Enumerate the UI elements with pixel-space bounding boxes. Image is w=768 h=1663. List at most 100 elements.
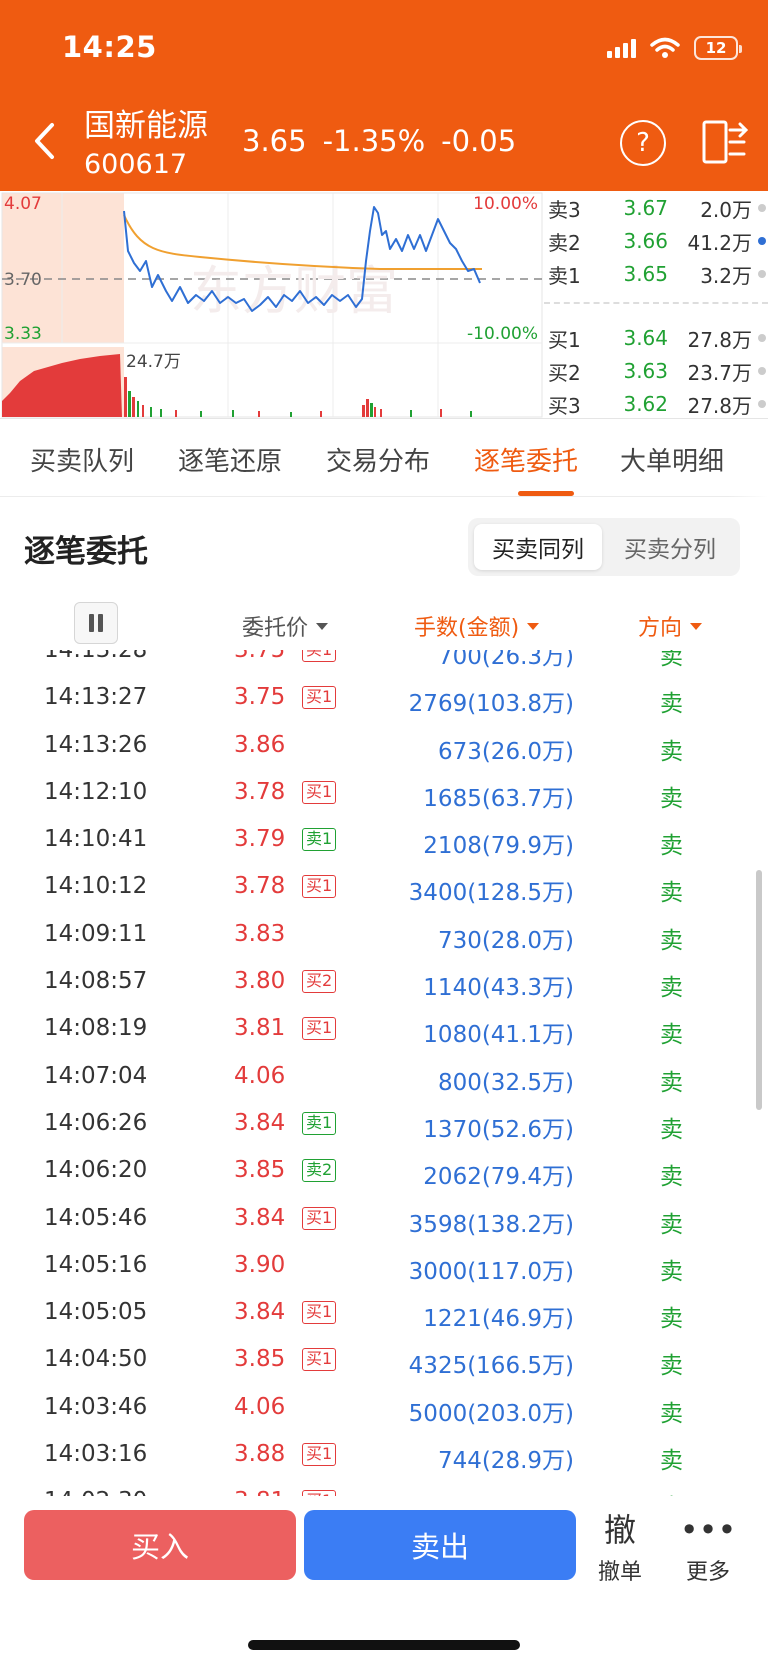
avg-price-line bbox=[123, 214, 482, 270]
order-price: 3.80 bbox=[234, 968, 286, 995]
order-row[interactable]: 14:12:10 3.78 买1 1685(63.7万) 卖 bbox=[0, 768, 768, 815]
order-row[interactable]: 14:13:26 3.86 673(26.0万) 卖 bbox=[0, 721, 768, 768]
order-amount: 3000(117.0万) bbox=[408, 1258, 574, 1285]
order-row[interactable]: 14:09:11 3.83 730(28.0万) 卖 bbox=[0, 910, 768, 957]
order-direction: 卖 bbox=[660, 691, 683, 718]
tab-tick-orders[interactable]: 逐笔委托 bbox=[474, 441, 578, 478]
bid-volume: 27.8万 bbox=[687, 327, 752, 352]
order-row[interactable]: 14:03:16 3.88 买1 744(28.9万) 卖 bbox=[0, 1430, 768, 1477]
ask-row[interactable]: 卖3 3.67 2.0万 bbox=[544, 193, 768, 223]
chart-high-label: 4.07 bbox=[4, 194, 42, 214]
chart-low-label: 3.33 bbox=[4, 324, 42, 344]
order-row[interactable]: 14:05:16 3.90 3000(117.0万) 卖 bbox=[0, 1241, 768, 1288]
dot-icon bbox=[758, 204, 766, 212]
intraday-chart[interactable]: 东方财富 4.07 3.70 3.33 10.00% -10.00% 24.7万… bbox=[0, 191, 768, 419]
tab-large-orders[interactable]: 大单明细 bbox=[620, 441, 724, 478]
order-level-tag: 买1 bbox=[302, 780, 337, 804]
buy-button[interactable]: 买入 bbox=[24, 1510, 296, 1580]
help-button[interactable]: ? bbox=[620, 120, 666, 166]
battery-icon: 12 bbox=[694, 36, 742, 60]
order-price: 3.85 bbox=[234, 1157, 286, 1184]
order-row[interactable]: 14:13:28 3.75 买1 700(26.3万) 卖 bbox=[0, 650, 768, 673]
bid-row[interactable]: 买1 3.64 27.8万 bbox=[544, 323, 768, 353]
order-row[interactable]: 14:07:04 4.06 800(32.5万) 卖 bbox=[0, 1052, 768, 1099]
order-amount: 1161(44.2万) bbox=[423, 1488, 574, 1496]
tab-tick-restore[interactable]: 逐笔还原 bbox=[178, 441, 282, 478]
bid-price: 3.62 bbox=[623, 392, 668, 416]
tab-order-queue[interactable]: 买卖队列 bbox=[30, 441, 134, 478]
order-amount: 730(28.0万) bbox=[437, 927, 574, 954]
column-amount-sort[interactable]: 手数(金额) bbox=[414, 610, 540, 642]
order-row[interactable]: 14:05:05 3.84 买1 1221(46.9万) 卖 bbox=[0, 1288, 768, 1335]
sell-button[interactable]: 卖出 bbox=[304, 1510, 576, 1580]
order-book: 卖3 3.67 2.0万 卖2 3.66 41.2万 卖1 3.65 3.2万 … bbox=[544, 191, 768, 419]
order-price: 4.06 bbox=[234, 1062, 286, 1089]
swap-stock-button[interactable] bbox=[700, 118, 750, 166]
order-direction: 卖 bbox=[660, 927, 683, 954]
order-price: 4.06 bbox=[234, 1393, 286, 1420]
order-amount: 3400(128.5万) bbox=[408, 880, 574, 907]
pause-button[interactable] bbox=[74, 602, 118, 644]
order-time: 14:07:04 bbox=[44, 1062, 148, 1089]
order-direction: 卖 bbox=[660, 833, 683, 860]
ask-row[interactable]: 卖2 3.66 41.2万 bbox=[544, 226, 768, 256]
order-direction: 卖 bbox=[660, 1116, 683, 1143]
column-direction-sort[interactable]: 方向 bbox=[638, 610, 703, 642]
order-row[interactable]: 14:06:26 3.84 卖1 1370(52.6万) 卖 bbox=[0, 1099, 768, 1146]
order-row[interactable]: 14:10:41 3.79 卖1 2108(79.9万) 卖 bbox=[0, 815, 768, 862]
dot-icon bbox=[758, 270, 766, 278]
column-price-sort[interactable]: 委托价 bbox=[242, 610, 329, 642]
order-price: 3.81 bbox=[234, 1015, 286, 1042]
home-indicator bbox=[248, 1640, 520, 1650]
order-row[interactable]: 14:04:50 3.85 买1 4325(166.5万) 卖 bbox=[0, 1335, 768, 1382]
cancel-order-button[interactable]: 撤 撤单 bbox=[580, 1510, 660, 1586]
segment-same-column[interactable]: 买卖同列 bbox=[474, 524, 602, 570]
order-row[interactable]: 14:13:27 3.75 买1 2769(103.8万) 卖 bbox=[0, 673, 768, 720]
order-amount: 2062(79.4万) bbox=[423, 1164, 574, 1191]
back-button[interactable] bbox=[26, 118, 62, 164]
column-price-label: 委托价 bbox=[242, 616, 309, 641]
ask-row[interactable]: 卖1 3.65 3.2万 bbox=[544, 259, 768, 289]
bid-row[interactable]: 买2 3.63 23.7万 bbox=[544, 356, 768, 386]
order-direction: 卖 bbox=[660, 1069, 683, 1096]
ask-volume: 3.2万 bbox=[700, 263, 752, 288]
order-level-tag: 买1 bbox=[302, 1017, 337, 1041]
order-time: 14:13:27 bbox=[44, 684, 148, 711]
order-level-tag: 卖2 bbox=[302, 1159, 337, 1183]
order-level-tag: 卖1 bbox=[302, 1111, 337, 1135]
status-icons: 12 bbox=[607, 30, 742, 66]
bid-row[interactable]: 买3 3.62 27.8万 bbox=[544, 389, 768, 419]
tick-order-list[interactable]: 14:13:28 3.75 买1 700(26.3万) 卖 14:13:27 3.75 买1 2… bbox=[0, 650, 768, 1496]
order-direction: 卖 bbox=[660, 650, 683, 670]
order-amount: 3598(138.2万) bbox=[408, 1211, 574, 1238]
order-direction: 卖 bbox=[660, 1353, 683, 1380]
intraday-chart-svg: 东方财富 4.07 3.70 3.33 10.00% -10.00% 24.7万 bbox=[1, 192, 543, 418]
segment-split-columns[interactable]: 买卖分列 bbox=[606, 524, 734, 570]
bid-label: 买3 bbox=[548, 393, 581, 418]
order-direction: 卖 bbox=[660, 1400, 683, 1427]
layout-segmented-control: 买卖同列 买卖分列 bbox=[468, 518, 740, 576]
order-book-divider bbox=[544, 302, 768, 304]
order-time: 14:10:12 bbox=[44, 873, 148, 900]
order-direction: 卖 bbox=[660, 785, 683, 812]
list-column-header: 委托价 手数(金额) 方向 bbox=[0, 598, 768, 650]
order-direction: 卖 bbox=[660, 1258, 683, 1285]
signal-icon bbox=[607, 38, 636, 58]
order-row[interactable]: 14:05:46 3.84 买1 3598(138.2万) 卖 bbox=[0, 1194, 768, 1241]
battery-level: 12 bbox=[705, 39, 727, 57]
order-amount: 2769(103.8万) bbox=[408, 691, 574, 718]
chevron-left-icon bbox=[35, 123, 54, 159]
order-row[interactable]: 14:08:19 3.81 买1 1080(41.1万) 卖 bbox=[0, 1004, 768, 1051]
order-row[interactable]: 14:06:20 3.85 卖2 2062(79.4万) 卖 bbox=[0, 1146, 768, 1193]
list-scrollbar[interactable] bbox=[756, 870, 762, 1110]
order-row[interactable]: 14:08:57 3.80 买2 1140(43.3万) 卖 bbox=[0, 957, 768, 1004]
order-price: 3.84 bbox=[234, 1109, 286, 1136]
ask-price: 3.67 bbox=[623, 196, 668, 220]
order-row[interactable]: 14:03:46 4.06 5000(203.0万) 卖 bbox=[0, 1383, 768, 1430]
tab-trade-distribution[interactable]: 交易分布 bbox=[326, 441, 430, 478]
stock-code: 600617 bbox=[84, 149, 188, 180]
order-row[interactable]: 14:02:303.81买11161(44.2万)卖 bbox=[0, 1477, 768, 1496]
more-button[interactable]: ••• 更多 bbox=[668, 1510, 748, 1586]
cancel-order-label: 撤单 bbox=[597, 1560, 642, 1585]
order-row[interactable]: 14:10:12 3.78 买1 3400(128.5万) 卖 bbox=[0, 862, 768, 909]
